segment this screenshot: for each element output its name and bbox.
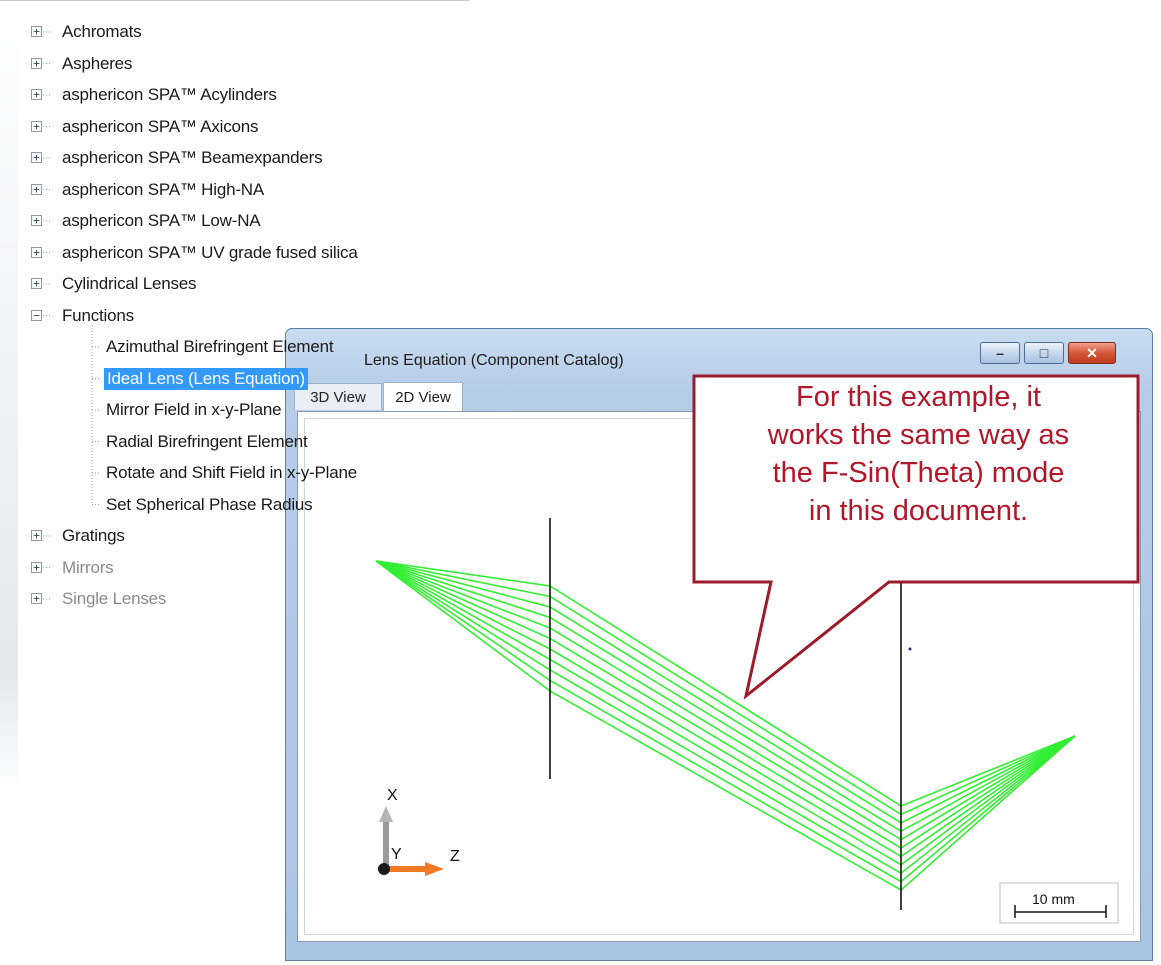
tree-item-label: asphericon SPA™ Axicons xyxy=(62,116,259,136)
expand-toggle-icon[interactable]: + xyxy=(31,278,42,289)
tree-item-function[interactable]: Radial Birefringent Element xyxy=(104,431,310,453)
tree-item[interactable]: Functions xyxy=(60,305,136,327)
tree-item[interactable]: asphericon SPA™ Low-NA xyxy=(60,210,262,232)
tree-item-label: Rotate and Shift Field in x-y-Plane xyxy=(106,463,357,482)
expand-toggle-icon[interactable]: + xyxy=(31,26,42,37)
tree-item-label: Cylindrical Lenses xyxy=(62,274,197,293)
callout-line: works the same way as xyxy=(767,419,1070,451)
tree-item-function[interactable]: Mirror Field in x-y-Plane xyxy=(104,399,283,421)
tree-item-label: Ideal Lens (Lens Equation) xyxy=(104,367,308,390)
axis-y-label: Y xyxy=(391,846,402,863)
tree-item[interactable]: Mirrors xyxy=(60,557,115,579)
tree-item[interactable]: Cylindrical Lenses xyxy=(60,273,198,295)
callout-line: For this example, it xyxy=(796,381,1041,413)
ray-trace xyxy=(375,560,1076,891)
callout-line: in this document. xyxy=(808,495,1029,527)
tree-item-label: asphericon SPA™ High-NA xyxy=(62,179,265,199)
ray-path xyxy=(375,560,1076,883)
expand-toggle-icon[interactable]: + xyxy=(31,89,42,100)
expand-toggle-icon[interactable]: + xyxy=(31,183,42,195)
ray-path xyxy=(375,560,1076,807)
tree-item-label: Gratings xyxy=(62,526,125,545)
y-axis-dot xyxy=(378,863,390,875)
expand-toggle-icon[interactable]: + xyxy=(31,246,42,258)
tree-item[interactable]: asphericon SPA™ High-NA xyxy=(60,179,266,201)
x-axis-arrow-head xyxy=(379,806,393,822)
ray-path xyxy=(375,560,1076,858)
axis-z-label: Z xyxy=(450,848,460,865)
tree-item[interactable]: Aspheres xyxy=(60,53,134,75)
tree-item-label: Set Spherical Phase Radius xyxy=(106,494,313,514)
callout-line: the F-Sin(Theta) mode xyxy=(772,457,1065,489)
axis-x-label: X xyxy=(387,787,398,804)
tree-item-label: asphericon SPA™ Beamexpanders xyxy=(62,148,323,167)
ray-path xyxy=(375,560,1076,841)
scale-bar-label: 10 mm xyxy=(1032,891,1075,907)
z-axis-arrow-head xyxy=(425,862,444,876)
tree-item-label: Achromats xyxy=(62,22,142,41)
tree-item-function[interactable]: Rotate and Shift Field in x-y-Plane xyxy=(104,462,359,484)
tree-item-function[interactable]: Ideal Lens (Lens Equation) xyxy=(104,367,308,390)
tree-item-label: Mirrors xyxy=(62,557,114,577)
ray-path xyxy=(375,560,1076,891)
tree-item[interactable]: asphericon SPA™ Acylinders xyxy=(60,84,279,106)
tree-item-label: asphericon SPA™ Low-NA xyxy=(62,211,261,230)
tree-item-function[interactable]: Set Spherical Phase Radius xyxy=(104,494,314,516)
tree-item[interactable]: Gratings xyxy=(60,525,127,547)
callout-text: For this example, it works the same way … xyxy=(700,378,1137,530)
tree-item-label: Single Lenses xyxy=(62,589,167,608)
tree-item-label: asphericon SPA™ UV grade fused silica xyxy=(62,242,358,262)
expand-toggle-icon[interactable]: + xyxy=(31,561,42,573)
expand-toggle-icon[interactable]: + xyxy=(31,530,42,541)
tree-item-label: Radial Birefringent Element xyxy=(106,431,308,451)
expand-toggle-icon[interactable]: + xyxy=(31,593,42,604)
expand-toggle-icon[interactable]: − xyxy=(31,309,42,321)
expand-toggle-icon[interactable]: + xyxy=(31,120,42,132)
tree-item[interactable]: asphericon SPA™ UV grade fused silica xyxy=(60,242,360,264)
tree-item-function[interactable]: Azimuthal Birefringent Element xyxy=(104,336,335,358)
axis-gizmo xyxy=(378,806,444,876)
ray-path xyxy=(375,560,1076,849)
tree-item-label: Azimuthal Birefringent Element xyxy=(106,337,334,356)
tree-item-label: asphericon SPA™ Acylinders xyxy=(62,85,277,104)
tree-item[interactable]: asphericon SPA™ Axicons xyxy=(60,116,260,138)
tree-item[interactable]: Single Lenses xyxy=(60,588,168,610)
expand-toggle-icon[interactable]: + xyxy=(31,215,42,226)
ray-path xyxy=(375,560,1076,816)
tree-item[interactable]: Achromats xyxy=(60,21,143,43)
tree-item[interactable]: asphericon SPA™ Beamexpanders xyxy=(60,147,324,169)
tree-item-label: Aspheres xyxy=(62,53,133,73)
expand-toggle-icon[interactable]: + xyxy=(31,152,42,163)
tree-item-label: Functions xyxy=(62,305,134,325)
tree-item-label: Mirror Field in x-y-Plane xyxy=(106,400,282,419)
expand-toggle-icon[interactable]: + xyxy=(31,57,42,69)
marker-dot xyxy=(908,647,912,651)
